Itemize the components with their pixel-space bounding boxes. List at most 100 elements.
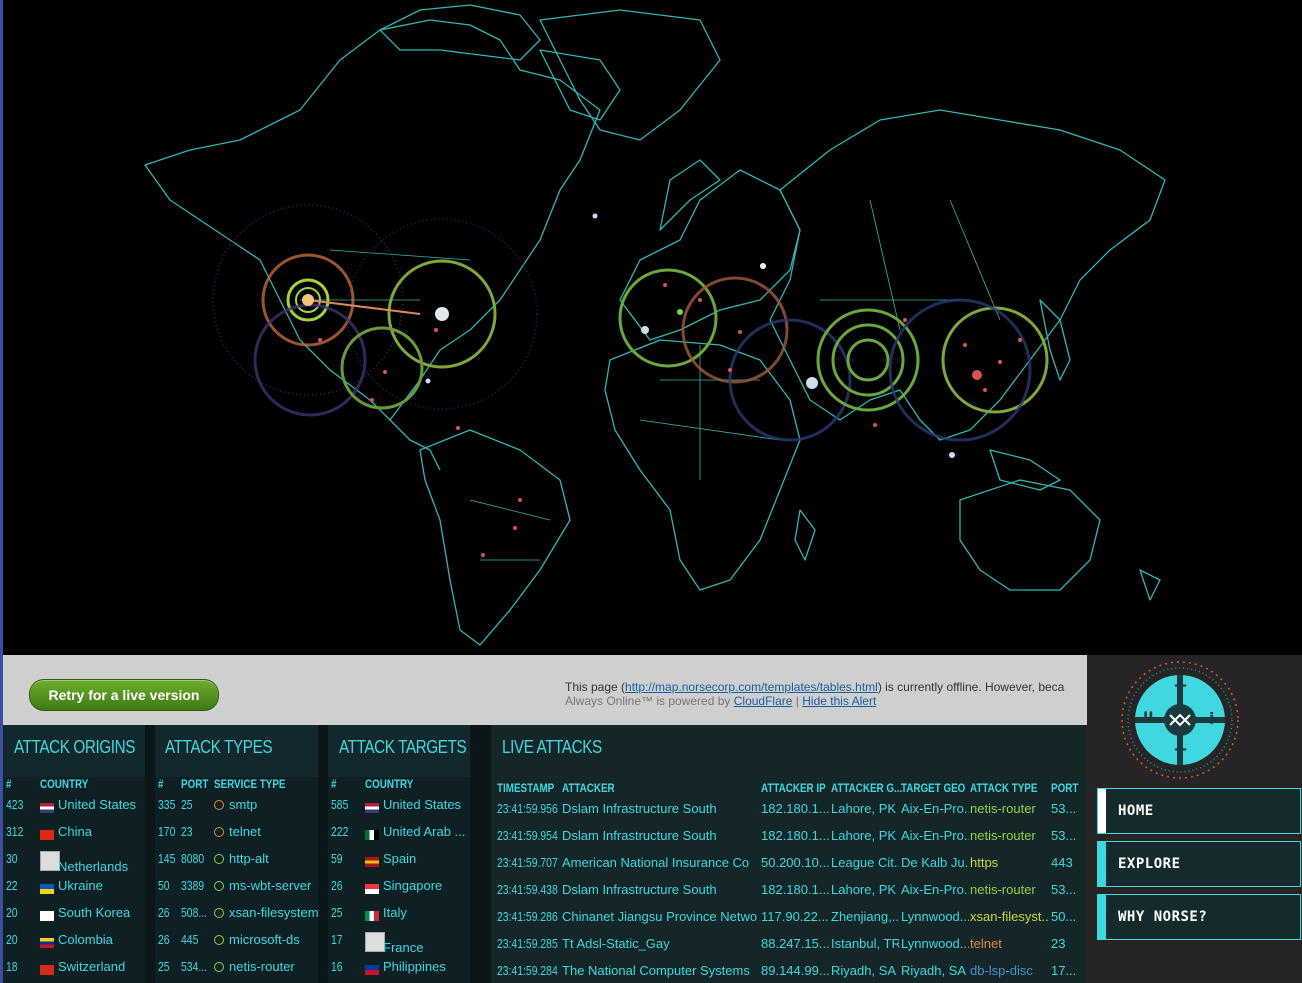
right-control-panel: + − II i HOME EXPLORE WHY NORSE?: [1087, 655, 1302, 983]
zoom-in-button[interactable]: +: [1173, 675, 1188, 696]
type-count: 170: [158, 824, 176, 839]
live-col-attacker-ip: ATTACKER IP: [761, 781, 826, 795]
live-attacker-geo: Riyadh, SA: [831, 963, 897, 978]
south-america-outline: [419, 429, 571, 646]
type-port: 534...: [181, 959, 207, 974]
nav-home[interactable]: HOME: [1097, 788, 1301, 834]
live-attacker-geo: Lahore, PK: [831, 801, 897, 816]
service-status-icon: [214, 800, 224, 810]
live-attacker-ip: 88.247.15...: [761, 936, 829, 951]
live-attack-type: netis-router: [970, 801, 1036, 816]
retry-button[interactable]: Retry for a live version: [29, 679, 219, 711]
banner-text: This page (http://map.norsecorp.com/temp…: [565, 680, 1068, 708]
live-attack-type: https: [970, 855, 999, 870]
type-service: ms-wbt-server: [229, 878, 312, 893]
target-count: 16: [331, 959, 343, 974]
type-port: 445: [181, 932, 199, 947]
banner-line1-suffix: ) is currently offline. However, beca: [877, 680, 1065, 694]
live-timestamp: 23:41:59.286: [497, 909, 558, 924]
type-service: microsoft-ds: [229, 932, 300, 947]
zoom-out-button[interactable]: −: [1173, 739, 1188, 760]
live-timestamp: 23:41:59.438: [497, 882, 558, 897]
service-status-icon: [214, 908, 224, 918]
origin-count: 22: [6, 878, 18, 893]
origin-count: 18: [6, 959, 18, 974]
service-status-icon: [214, 881, 224, 891]
target-count: 25: [331, 905, 343, 920]
live-port: 53...: [1051, 882, 1077, 897]
live-attacker[interactable]: Chinanet Jiangsu Province Network: [562, 909, 758, 924]
attack-types-title: ATTACK TYPES: [165, 737, 273, 757]
live-attack-type: netis-router: [970, 882, 1036, 897]
origin-flag-icon: [40, 884, 54, 894]
target-count: 222: [331, 824, 349, 839]
offline-page-link[interactable]: http://map.norsecorp.com/templates/table…: [625, 680, 878, 694]
origin-count: 30: [6, 851, 18, 866]
origin-count: 423: [6, 797, 24, 812]
cloudflare-link[interactable]: CloudFlare: [734, 694, 793, 708]
nav-why-norse[interactable]: WHY NORSE?: [1097, 894, 1301, 940]
live-attacker[interactable]: American National Insurance Co: [562, 855, 758, 870]
live-target-geo: Aix-En-Pro...: [901, 801, 969, 816]
live-col-attacker: ATTACKER: [562, 781, 615, 795]
origin-count: 20: [6, 932, 18, 947]
origin-country: Colombia: [58, 932, 113, 947]
target-flag-icon: [365, 884, 379, 894]
origin-country: Switzerland: [58, 959, 126, 974]
live-target-geo: Riyadh, SA: [901, 963, 967, 978]
service-status-icon: [214, 854, 224, 864]
target-country: France: [383, 940, 424, 955]
target-country: United States: [383, 797, 462, 812]
service-status-icon: [214, 962, 224, 972]
nav-explore[interactable]: EXPLORE: [1097, 841, 1301, 887]
service-status-icon: [214, 935, 224, 945]
live-timestamp: 23:41:59.707: [497, 855, 558, 870]
origin-country: Ukraine: [58, 878, 103, 893]
australia-outline: [959, 479, 1101, 591]
live-attacker[interactable]: The National Computer Systems: [562, 963, 758, 978]
live-timestamp: 23:41:59.954: [497, 828, 558, 843]
type-port: 23: [181, 824, 193, 839]
origin-country: China: [58, 824, 92, 839]
live-target-geo: De Kalb Ju...: [901, 855, 969, 870]
origins-col-country: COUNTRY: [40, 777, 89, 791]
target-flag-icon: [365, 830, 379, 840]
hide-alert-link[interactable]: Hide this Alert: [802, 694, 876, 708]
type-service: xsan-filesystem: [229, 905, 319, 920]
world-attack-map[interactable]: [0, 0, 1302, 655]
live-attacker-ip: 182.180.1...: [761, 801, 829, 816]
live-timestamp: 23:41:59.956: [497, 801, 558, 816]
offline-banner: Retry for a live version This page (http…: [3, 655, 1087, 725]
target-count: 59: [331, 851, 343, 866]
live-attack-type: xsan-filesyst...: [970, 909, 1050, 924]
origin-flag-icon: [40, 938, 54, 948]
live-port: 443: [1051, 855, 1073, 870]
live-attacker-geo: Zhenjiang,...: [831, 909, 899, 924]
type-port: 3389: [181, 878, 205, 893]
live-attack-type: db-lsp-disc: [970, 963, 1033, 978]
types-col-count: #: [158, 777, 164, 791]
type-count: 26: [158, 905, 170, 920]
nav-why-norse-label: WHY NORSE?: [1118, 909, 1208, 925]
info-button[interactable]: i: [1209, 709, 1214, 728]
north-america-outline: [144, 19, 601, 421]
pause-button[interactable]: II: [1143, 710, 1153, 726]
types-col-port: PORT: [181, 777, 209, 791]
origin-country: United States: [58, 797, 137, 812]
live-attacker[interactable]: Dslam Infrastructure South: [562, 801, 758, 816]
target-country: Singapore: [383, 878, 443, 893]
attack-dots: [302, 213, 1022, 557]
live-attacker[interactable]: Dslam Infrastructure South: [562, 828, 758, 843]
nav-home-label: HOME: [1118, 803, 1154, 819]
live-attacker-geo: Istanbul, TR: [831, 936, 899, 951]
live-attacker[interactable]: Tt Adsl-Static_Gay: [562, 936, 758, 951]
live-col-attacker-geo: ATTACKER G...: [831, 781, 903, 795]
nav-why-norse-indicator: [1098, 895, 1106, 939]
live-col-attack-type: ATTACK TYPE: [970, 781, 1038, 795]
type-port: 8080: [181, 851, 205, 866]
origin-broken-flag-icon: [40, 851, 60, 871]
origin-count: 20: [6, 905, 18, 920]
origin-country: South Korea: [58, 905, 131, 920]
live-attacker[interactable]: Dslam Infrastructure South: [562, 882, 758, 897]
africa-outline: [604, 339, 801, 591]
